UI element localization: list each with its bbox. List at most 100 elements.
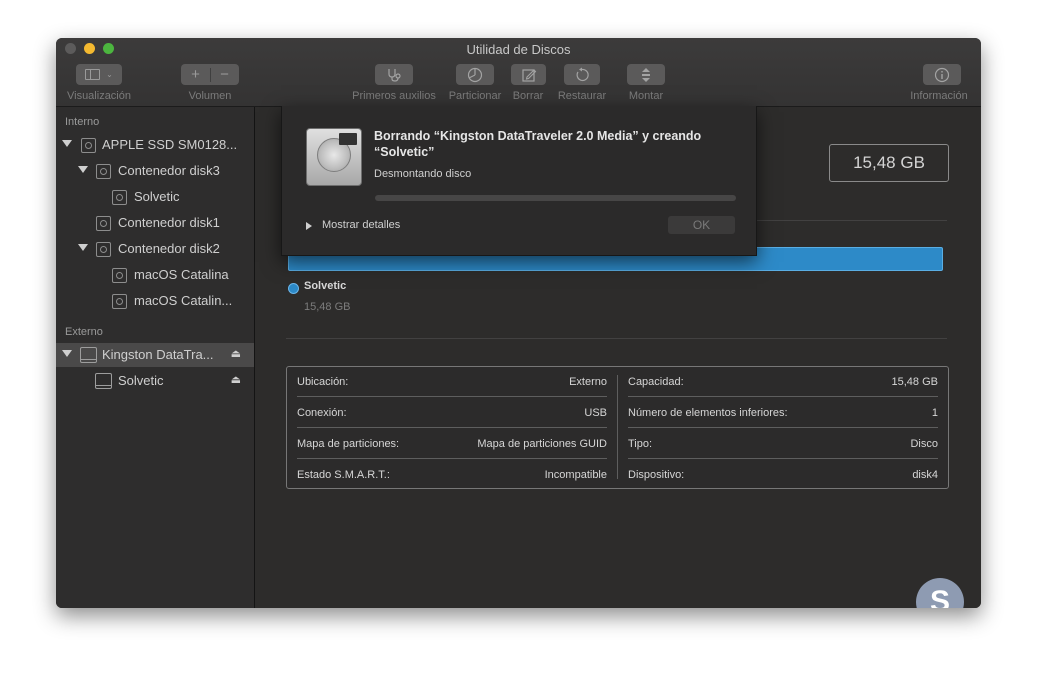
info-key: Capacidad: bbox=[628, 376, 684, 388]
divider bbox=[286, 338, 947, 339]
info-key: Número de elementos inferiores: bbox=[628, 407, 788, 419]
disclosure-triangle-icon[interactable] bbox=[78, 166, 88, 173]
ok-button[interactable]: OK bbox=[668, 216, 735, 234]
window-title: Utilidad de Discos bbox=[466, 42, 571, 57]
disclosure-triangle-icon[interactable] bbox=[62, 350, 72, 357]
info-row-type: Tipo: Disco bbox=[618, 429, 948, 459]
add-volume-button[interactable]: + bbox=[182, 66, 210, 83]
disclosure-triangle-icon[interactable] bbox=[62, 140, 72, 147]
sidebar-item-label: macOS Catalina bbox=[134, 267, 229, 282]
view-button[interactable]: ⌄ bbox=[76, 64, 122, 85]
sidebar-item-label: Contenedor disk1 bbox=[118, 215, 220, 230]
legend-volume-size: 15,48 GB bbox=[304, 301, 351, 313]
chevron-down-icon: ⌄ bbox=[106, 70, 113, 79]
sidebar-item-label: APPLE SSD SM0128... bbox=[102, 137, 238, 152]
volume-disk-icon bbox=[112, 294, 127, 309]
info-label: Información bbox=[910, 90, 968, 102]
capacity-box: 15,48 GB bbox=[829, 144, 949, 182]
restore-label: Restaurar bbox=[557, 90, 607, 102]
internal-disk-icon bbox=[81, 138, 96, 153]
volume-disk-icon bbox=[112, 190, 127, 205]
info-button[interactable] bbox=[923, 64, 961, 85]
volume-disk-icon bbox=[112, 268, 127, 283]
eject-icon[interactable]: ⏏ bbox=[231, 347, 241, 360]
erase-progress-sheet: Borrando “Kingston DataTraveler 2.0 Medi… bbox=[281, 106, 757, 256]
restore-button[interactable] bbox=[564, 64, 600, 85]
sidebar-item-label: Solvetic bbox=[134, 189, 180, 204]
sidebar-item-label: Solvetic bbox=[118, 373, 164, 388]
sheet-title: Borrando “Kingston DataTraveler 2.0 Medi… bbox=[374, 129, 702, 159]
sidebar-section-internal: Interno bbox=[65, 116, 100, 128]
info-key: Tipo: bbox=[628, 438, 653, 450]
sidebar-item-container-disk1[interactable]: Contenedor disk1 bbox=[56, 211, 254, 235]
container-disk-icon bbox=[96, 216, 111, 231]
mount-button[interactable] bbox=[627, 64, 665, 85]
mount-icon bbox=[642, 67, 650, 82]
info-value: 15,48 GB bbox=[891, 376, 938, 388]
sidebar-item-apple-ssd[interactable]: APPLE SSD SM0128... bbox=[56, 133, 254, 157]
sidebar: Interno APPLE SSD SM0128... Contenedor d… bbox=[56, 107, 255, 608]
toolbar: Utilidad de Discos ⌄ Visualización + − V… bbox=[56, 38, 981, 107]
disclosure-triangle-icon[interactable] bbox=[306, 222, 312, 230]
info-icon bbox=[934, 67, 950, 82]
info-row-location: Ubicación: Externo bbox=[287, 367, 617, 397]
partition-pie-icon bbox=[467, 67, 483, 82]
sidebar-item-macos-catalina-data[interactable]: macOS Catalin... bbox=[56, 289, 254, 313]
sidebar-item-label: macOS Catalin... bbox=[134, 293, 233, 308]
info-value: Incompatible bbox=[544, 469, 607, 481]
volume-button-group: + − bbox=[181, 64, 239, 85]
show-details-toggle[interactable]: Mostrar detalles bbox=[322, 219, 400, 231]
info-row-smart: Estado S.M.A.R.T.: Incompatible bbox=[287, 460, 617, 490]
sidebar-item-label: Contenedor disk2 bbox=[118, 241, 220, 256]
legend-volume-name: Solvetic bbox=[304, 280, 347, 292]
sidebar-item-macos-catalina[interactable]: macOS Catalina bbox=[56, 263, 254, 287]
sidebar-item-container-disk2[interactable]: Contenedor disk2 bbox=[56, 237, 254, 261]
info-value: Mapa de particiones GUID bbox=[477, 438, 607, 450]
info-key: Estado S.M.A.R.T.: bbox=[297, 469, 390, 481]
disclosure-triangle-icon[interactable] bbox=[78, 244, 88, 251]
view-label: Visualización bbox=[66, 90, 131, 102]
info-key: Ubicación: bbox=[297, 376, 349, 388]
info-key: Conexión: bbox=[297, 407, 347, 419]
eject-icon[interactable]: ⏏ bbox=[231, 373, 241, 386]
sidebar-view-icon bbox=[85, 69, 101, 80]
hard-drive-icon bbox=[306, 128, 362, 186]
sidebar-item-container-disk3[interactable]: Contenedor disk3 bbox=[56, 159, 254, 183]
stethoscope-icon bbox=[388, 68, 401, 82]
sidebar-item-label: Kingston DataTra... bbox=[102, 347, 214, 362]
info-value: Disco bbox=[910, 438, 938, 450]
sidebar-item-volume-solvetic[interactable]: Solvetic bbox=[56, 185, 254, 209]
sheet-status: Desmontando disco bbox=[374, 168, 472, 180]
container-disk-icon bbox=[96, 242, 111, 257]
first-aid-button[interactable] bbox=[375, 64, 413, 85]
partition-label: Particionar bbox=[448, 90, 502, 102]
info-value: Externo bbox=[569, 376, 607, 388]
info-row-partition-map: Mapa de particiones: Mapa de particiones… bbox=[287, 429, 617, 459]
sidebar-item-external-solvetic[interactable]: Solvetic ⏏ bbox=[56, 369, 254, 393]
mount-label: Montar bbox=[628, 90, 664, 102]
erase-button[interactable] bbox=[511, 64, 546, 85]
partition-button[interactable] bbox=[456, 64, 494, 85]
info-value: disk4 bbox=[912, 469, 938, 481]
info-row-child-count: Número de elementos inferiores: 1 bbox=[618, 398, 948, 428]
container-disk-icon bbox=[96, 164, 111, 179]
erase-progress-bar bbox=[375, 195, 736, 201]
first-aid-label: Primeros auxilios bbox=[352, 90, 436, 102]
info-table: Ubicación: Externo Capacidad: 15,48 GB C… bbox=[286, 366, 949, 489]
external-disk-icon bbox=[80, 347, 97, 363]
erase-label: Borrar bbox=[512, 90, 544, 102]
legend-color-dot bbox=[288, 283, 299, 294]
info-row-capacity: Capacidad: 15,48 GB bbox=[618, 367, 948, 397]
info-value: 1 bbox=[931, 407, 938, 419]
info-row-device: Dispositivo: disk4 bbox=[618, 460, 948, 490]
sidebar-section-external: Externo bbox=[65, 326, 103, 338]
info-key: Mapa de particiones: bbox=[297, 438, 400, 450]
info-row-connection: Conexión: USB bbox=[287, 398, 617, 428]
info-value: USB bbox=[584, 407, 607, 419]
volume-label: Volumen bbox=[188, 90, 232, 102]
external-volume-icon bbox=[95, 373, 112, 389]
remove-volume-button[interactable]: − bbox=[211, 66, 239, 83]
sidebar-item-kingston[interactable]: Kingston DataTra... ⏏ bbox=[56, 343, 254, 367]
sidebar-item-label: Contenedor disk3 bbox=[118, 163, 220, 178]
info-key: Dispositivo: bbox=[628, 469, 685, 481]
